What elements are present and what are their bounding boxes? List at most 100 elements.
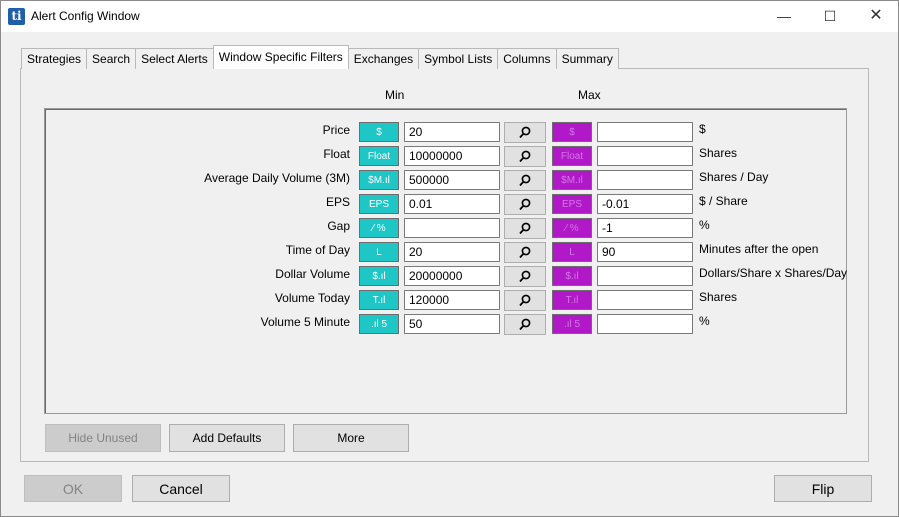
- eps-min-input[interactable]: 0.01: [404, 194, 500, 214]
- time-of-day-search-button[interactable]: [504, 242, 546, 263]
- gap-max-input[interactable]: -1: [597, 218, 693, 238]
- average-daily-volume-3m-max-input[interactable]: [597, 170, 693, 190]
- filter-row-dollar-volume: Dollar Volume $.ıl 20000000 $.ıl Dollars/Sha…: [1, 266, 899, 288]
- volume-today-max-input[interactable]: [597, 290, 693, 310]
- filter-row-time-of-day: Time of Day L 20 L 90 Minutes after the open: [1, 242, 899, 264]
- max-column-header: Max: [578, 88, 601, 102]
- filter-row-volume-today: Volume Today T.ıl 120000 T.ıl Shares: [1, 290, 899, 312]
- filter-unit: Shares: [699, 290, 738, 304]
- volume-today-min-icon[interactable]: T.ıl: [359, 290, 399, 310]
- dollar-volume-search-button[interactable]: [504, 266, 546, 287]
- float-min-input[interactable]: 10000000: [404, 146, 500, 166]
- filter-row-eps: EPS EPS 0.01 EPS -0.01 $ / Share: [1, 194, 899, 216]
- filter-label: Volume Today: [274, 291, 350, 305]
- filter-label: EPS: [325, 195, 350, 209]
- filter-unit: Dollars/Share x Shares/Day: [699, 266, 848, 280]
- minimize-button[interactable]: —: [761, 1, 807, 32]
- volume-5-minute-min-icon[interactable]: .ıl 5: [359, 314, 399, 334]
- search-icon: [519, 294, 531, 310]
- gap-max-icon[interactable]: ⁄ %: [552, 218, 592, 238]
- search-icon: [519, 222, 531, 238]
- filter-row-price: Price $20 $ $: [1, 122, 899, 144]
- search-icon: [519, 246, 531, 262]
- add-defaults-button[interactable]: Add Defaults: [169, 424, 285, 452]
- gap-search-button[interactable]: [504, 218, 546, 239]
- search-icon: [519, 270, 531, 286]
- filter-unit: %: [699, 218, 710, 232]
- float-max-input[interactable]: [597, 146, 693, 166]
- volume-5-minute-search-button[interactable]: [504, 314, 546, 335]
- filter-label: Float: [323, 147, 350, 161]
- float-min-icon[interactable]: Float: [359, 146, 399, 166]
- search-icon: [519, 126, 531, 142]
- eps-search-button[interactable]: [504, 194, 546, 215]
- dollar-volume-max-input[interactable]: [597, 266, 693, 286]
- eps-min-icon[interactable]: EPS: [359, 194, 399, 214]
- time-of-day-min-input[interactable]: 20: [404, 242, 500, 262]
- search-icon: [519, 150, 531, 166]
- price-max-input[interactable]: [597, 122, 693, 142]
- average-daily-volume-3m-max-icon[interactable]: $M.ıl: [552, 170, 592, 190]
- filter-label: Volume 5 Minute: [260, 315, 350, 329]
- tab-select-alerts[interactable]: Select Alerts: [135, 48, 214, 69]
- volume-today-min-input[interactable]: 120000: [404, 290, 500, 310]
- more-button[interactable]: More: [293, 424, 409, 452]
- average-daily-volume-3m-min-icon[interactable]: $M.ıl: [359, 170, 399, 190]
- alert-config-window: ti Alert Config Window — ☐ ✕ Strategies S…: [0, 0, 899, 517]
- price-min-icon[interactable]: $: [359, 122, 399, 142]
- search-icon: [519, 174, 531, 190]
- hide-unused-button[interactable]: Hide Unused: [45, 424, 161, 452]
- volume-5-minute-min-input[interactable]: 50: [404, 314, 500, 334]
- dollar-volume-min-input[interactable]: 20000000: [404, 266, 500, 286]
- price-max-icon[interactable]: $: [552, 122, 592, 142]
- average-daily-volume-3m-min-input[interactable]: 500000: [404, 170, 500, 190]
- ok-button[interactable]: OK: [24, 475, 122, 502]
- filter-label: Dollar Volume: [275, 267, 350, 281]
- eps-max-input[interactable]: -0.01: [597, 194, 693, 214]
- tab-exchanges[interactable]: Exchanges: [347, 48, 420, 69]
- tab-strategies[interactable]: Strategies: [21, 48, 88, 69]
- app-logo-icon: ti: [8, 8, 25, 25]
- filter-row-gap: Gap ⁄ % ⁄ % -1%: [1, 218, 899, 240]
- time-of-day-max-input[interactable]: 90: [597, 242, 693, 262]
- price-min-input[interactable]: 20: [404, 122, 500, 142]
- tab-strip: Strategies Search Select Alerts Window Spec…: [21, 45, 619, 69]
- tab-window-specific-filters[interactable]: Window Specific Filters: [212, 45, 349, 69]
- filter-row-float: Float Float 10000000 Float Shares: [1, 146, 899, 168]
- float-search-button[interactable]: [504, 146, 546, 167]
- gap-min-icon[interactable]: ⁄ %: [359, 218, 399, 238]
- volume-today-max-icon[interactable]: T.ıl: [552, 290, 592, 310]
- eps-max-icon[interactable]: EPS: [552, 194, 592, 214]
- cancel-button[interactable]: Cancel: [132, 475, 230, 502]
- time-of-day-min-icon[interactable]: L: [359, 242, 399, 262]
- volume-today-search-button[interactable]: [504, 290, 546, 311]
- filter-unit: %: [699, 314, 710, 328]
- flip-button[interactable]: Flip: [774, 475, 872, 502]
- dollar-volume-max-icon[interactable]: $.ıl: [552, 266, 592, 286]
- time-of-day-max-icon[interactable]: L: [552, 242, 592, 262]
- tab-symbol-lists[interactable]: Symbol Lists: [418, 48, 499, 69]
- close-button[interactable]: ✕: [853, 1, 899, 32]
- search-icon: [519, 318, 531, 334]
- volume-5-minute-max-icon[interactable]: .ıl 5: [552, 314, 592, 334]
- maximize-button[interactable]: ☐: [807, 1, 853, 32]
- dollar-volume-min-icon[interactable]: $.ıl: [359, 266, 399, 286]
- tab-search[interactable]: Search: [86, 48, 137, 69]
- search-icon: [519, 198, 531, 214]
- tab-summary[interactable]: Summary: [555, 48, 619, 69]
- window-title: Alert Config Window: [31, 9, 140, 23]
- filter-label: Gap: [327, 219, 350, 233]
- title-bar: ti Alert Config Window — ☐ ✕: [1, 1, 898, 32]
- min-column-header: Min: [385, 88, 405, 102]
- filter-unit: $: [699, 122, 706, 136]
- price-search-button[interactable]: [504, 122, 546, 143]
- tab-columns[interactable]: Columns: [497, 48, 557, 69]
- filter-unit: $ / Share: [699, 194, 748, 208]
- filter-label: Price: [322, 123, 350, 137]
- volume-5-minute-max-input[interactable]: [597, 314, 693, 334]
- filter-unit: Shares: [699, 146, 738, 160]
- average-daily-volume-3m-search-button[interactable]: [504, 170, 546, 191]
- float-max-icon[interactable]: Float: [552, 146, 592, 166]
- gap-min-input[interactable]: [404, 218, 500, 238]
- filter-label: Time of Day: [285, 243, 350, 257]
